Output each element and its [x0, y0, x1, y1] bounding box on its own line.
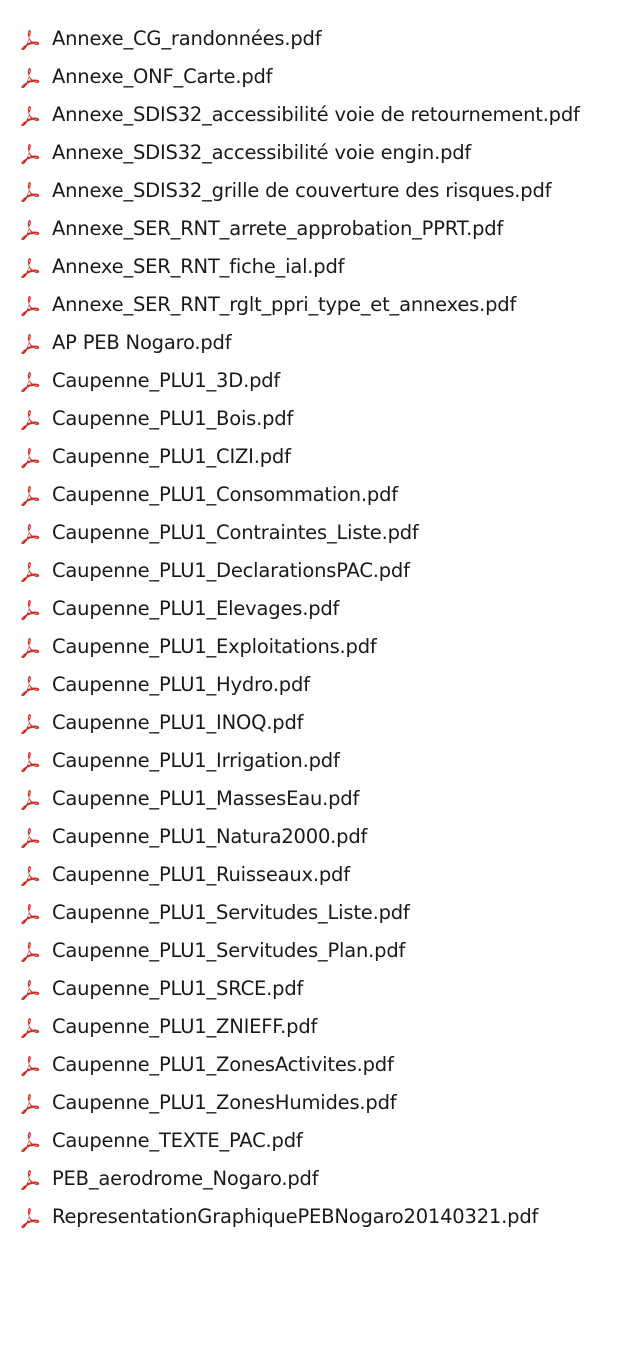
- file-row[interactable]: PEB_aerodrome_Nogaro.pdf: [0, 1160, 624, 1198]
- file-row[interactable]: Annexe_SDIS32_accessibilité voie de reto…: [0, 96, 624, 134]
- file-name: Caupenne_PLU1_Servitudes_Plan.pdf: [52, 939, 406, 962]
- pdf-file-icon: [21, 68, 40, 89]
- pdf-file-icon: [21, 1170, 40, 1191]
- file-row[interactable]: Caupenne_PLU1_Ruisseaux.pdf: [0, 856, 624, 894]
- pdf-file-icon: [21, 1094, 40, 1115]
- file-row[interactable]: Annexe_CG_randonnées.pdf: [0, 20, 624, 58]
- file-name: Caupenne_PLU1_ZonesActivites.pdf: [52, 1053, 394, 1076]
- pdf-file-icon: [21, 1056, 40, 1077]
- file-name: Caupenne_PLU1_Contraintes_Liste.pdf: [52, 521, 419, 544]
- pdf-file-icon: [21, 334, 40, 355]
- file-row[interactable]: Caupenne_PLU1_Elevages.pdf: [0, 590, 624, 628]
- file-row[interactable]: Caupenne_PLU1_ZNIEFF.pdf: [0, 1008, 624, 1046]
- file-row[interactable]: Caupenne_PLU1_DeclarationsPAC.pdf: [0, 552, 624, 590]
- pdf-file-icon: [21, 372, 40, 393]
- file-row[interactable]: Caupenne_PLU1_Irrigation.pdf: [0, 742, 624, 780]
- file-name: Caupenne_PLU1_Elevages.pdf: [52, 597, 340, 620]
- file-name: Caupenne_PLU1_Exploitations.pdf: [52, 635, 377, 658]
- pdf-file-icon: [21, 144, 40, 165]
- file-row[interactable]: Caupenne_TEXTE_PAC.pdf: [0, 1122, 624, 1160]
- file-name: Caupenne_PLU1_Hydro.pdf: [52, 673, 310, 696]
- pdf-file-icon: [21, 676, 40, 697]
- pdf-file-icon: [21, 448, 40, 469]
- pdf-file-icon: [21, 866, 40, 887]
- file-name: Caupenne_PLU1_Consommation.pdf: [52, 483, 398, 506]
- file-name: Caupenne_PLU1_ZonesHumides.pdf: [52, 1091, 397, 1114]
- pdf-file-icon: [21, 714, 40, 735]
- pdf-file-icon: [21, 524, 40, 545]
- file-row[interactable]: Caupenne_PLU1_3D.pdf: [0, 362, 624, 400]
- file-row[interactable]: Caupenne_PLU1_Hydro.pdf: [0, 666, 624, 704]
- pdf-file-icon: [21, 942, 40, 963]
- pdf-file-icon: [21, 752, 40, 773]
- file-row[interactable]: RepresentationGraphiquePEBNogaro20140321…: [0, 1198, 624, 1236]
- file-row[interactable]: Caupenne_PLU1_CIZI.pdf: [0, 438, 624, 476]
- file-row[interactable]: Caupenne_PLU1_Contraintes_Liste.pdf: [0, 514, 624, 552]
- pdf-file-icon: [21, 904, 40, 925]
- file-row[interactable]: Caupenne_PLU1_Consommation.pdf: [0, 476, 624, 514]
- file-row[interactable]: Caupenne_PLU1_Natura2000.pdf: [0, 818, 624, 856]
- file-row[interactable]: Annexe_ONF_Carte.pdf: [0, 58, 624, 96]
- file-name: Caupenne_PLU1_INOQ.pdf: [52, 711, 304, 734]
- file-name: Caupenne_PLU1_Ruisseaux.pdf: [52, 863, 350, 886]
- pdf-file-icon: [21, 258, 40, 279]
- pdf-file-icon: [21, 828, 40, 849]
- file-row[interactable]: Caupenne_PLU1_ZonesHumides.pdf: [0, 1084, 624, 1122]
- pdf-file-icon: [21, 790, 40, 811]
- file-name: Caupenne_PLU1_CIZI.pdf: [52, 445, 291, 468]
- file-name: Annexe_SDIS32_accessibilité voie de reto…: [52, 103, 580, 126]
- file-row[interactable]: AP PEB Nogaro.pdf: [0, 324, 624, 362]
- file-name: Annexe_ONF_Carte.pdf: [52, 65, 273, 88]
- file-row[interactable]: Caupenne_PLU1_Servitudes_Liste.pdf: [0, 894, 624, 932]
- pdf-file-icon: [21, 220, 40, 241]
- pdf-file-icon: [21, 486, 40, 507]
- file-name: AP PEB Nogaro.pdf: [52, 331, 232, 354]
- file-name: RepresentationGraphiquePEBNogaro20140321…: [52, 1205, 539, 1228]
- file-name: Caupenne_PLU1_MassesEau.pdf: [52, 787, 360, 810]
- file-name: Caupenne_PLU1_DeclarationsPAC.pdf: [52, 559, 410, 582]
- file-row[interactable]: Caupenne_PLU1_SRCE.pdf: [0, 970, 624, 1008]
- file-name: Annexe_CG_randonnées.pdf: [52, 27, 322, 50]
- file-name: Caupenne_PLU1_Servitudes_Liste.pdf: [52, 901, 410, 924]
- pdf-file-icon: [21, 30, 40, 51]
- file-name: PEB_aerodrome_Nogaro.pdf: [52, 1167, 319, 1190]
- file-name: Annexe_SER_RNT_arrete_approbation_PPRT.p…: [52, 217, 504, 240]
- pdf-file-icon: [21, 980, 40, 1001]
- pdf-file-icon: [21, 600, 40, 621]
- file-name: Caupenne_PLU1_3D.pdf: [52, 369, 281, 392]
- file-name: Caupenne_PLU1_Natura2000.pdf: [52, 825, 368, 848]
- file-name: Caupenne_PLU1_SRCE.pdf: [52, 977, 304, 1000]
- file-row[interactable]: Caupenne_PLU1_ZonesActivites.pdf: [0, 1046, 624, 1084]
- file-name: Caupenne_PLU1_ZNIEFF.pdf: [52, 1015, 318, 1038]
- file-row[interactable]: Caupenne_PLU1_Exploitations.pdf: [0, 628, 624, 666]
- pdf-file-icon: [21, 562, 40, 583]
- pdf-file-icon: [21, 296, 40, 317]
- file-row[interactable]: Caupenne_PLU1_Bois.pdf: [0, 400, 624, 438]
- pdf-file-icon: [21, 638, 40, 659]
- file-row[interactable]: Caupenne_PLU1_Servitudes_Plan.pdf: [0, 932, 624, 970]
- file-name: Annexe_SDIS32_accessibilité voie engin.p…: [52, 141, 472, 164]
- file-name: Caupenne_PLU1_Irrigation.pdf: [52, 749, 340, 772]
- file-row[interactable]: Annexe_SER_RNT_rglt_ppri_type_et_annexes…: [0, 286, 624, 324]
- file-name: Annexe_SER_RNT_fiche_ial.pdf: [52, 255, 345, 278]
- file-row[interactable]: Annexe_SDIS32_grille de couverture des r…: [0, 172, 624, 210]
- file-row[interactable]: Annexe_SER_RNT_fiche_ial.pdf: [0, 248, 624, 286]
- pdf-file-icon: [21, 1018, 40, 1039]
- pdf-file-icon: [21, 106, 40, 127]
- file-row[interactable]: Annexe_SER_RNT_arrete_approbation_PPRT.p…: [0, 210, 624, 248]
- file-list: Annexe_CG_randonnées.pdf Annexe_ONF_Cart…: [0, 20, 624, 1236]
- file-name: Caupenne_TEXTE_PAC.pdf: [52, 1129, 303, 1152]
- pdf-file-icon: [21, 410, 40, 431]
- file-name: Caupenne_PLU1_Bois.pdf: [52, 407, 294, 430]
- pdf-file-icon: [21, 1132, 40, 1153]
- file-row[interactable]: Annexe_SDIS32_accessibilité voie engin.p…: [0, 134, 624, 172]
- pdf-file-icon: [21, 182, 40, 203]
- file-row[interactable]: Caupenne_PLU1_INOQ.pdf: [0, 704, 624, 742]
- file-name: Annexe_SDIS32_grille de couverture des r…: [52, 179, 552, 202]
- file-row[interactable]: Caupenne_PLU1_MassesEau.pdf: [0, 780, 624, 818]
- pdf-file-icon: [21, 1208, 40, 1229]
- file-name: Annexe_SER_RNT_rglt_ppri_type_et_annexes…: [52, 293, 517, 316]
